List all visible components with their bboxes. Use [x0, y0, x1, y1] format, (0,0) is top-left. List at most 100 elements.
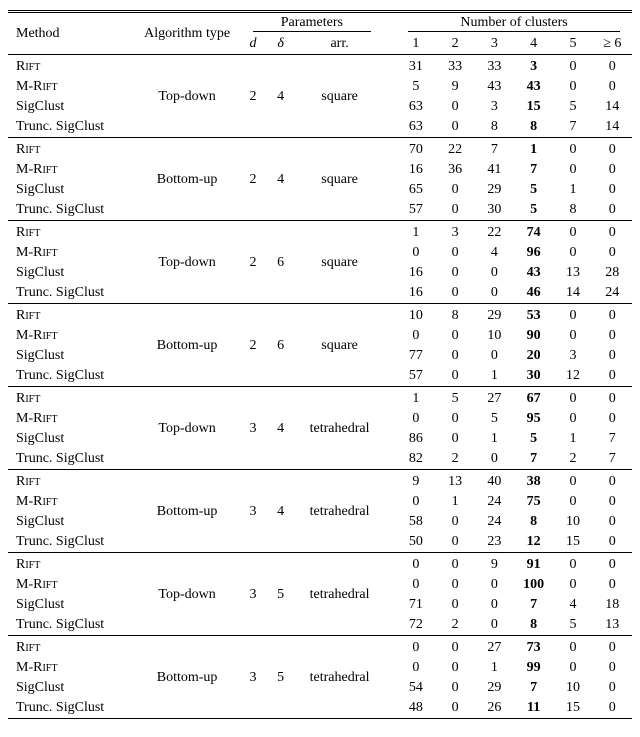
- cell-count: 0: [553, 492, 592, 512]
- table-row: M-RiftBottom-up34tetrahedral01247500: [8, 492, 632, 512]
- cell-count: 53: [514, 306, 553, 326]
- cell-count: 0: [593, 366, 632, 387]
- cell-count: 1: [475, 429, 514, 449]
- cell-count: 20: [514, 346, 553, 366]
- col-c1: 1: [396, 34, 435, 55]
- cell-count: 0: [593, 409, 632, 429]
- cell-count: 7: [593, 449, 632, 470]
- table-row: Trunc. SigClust4802611150: [8, 698, 632, 719]
- col-c4: 4: [514, 34, 553, 55]
- cell-count: 0: [396, 326, 435, 346]
- cell-count: 10: [396, 306, 435, 326]
- cell-count: 8: [514, 615, 553, 636]
- cell-count: 0: [553, 472, 592, 492]
- cell-method: SigClust: [8, 429, 135, 449]
- cell-count: 0: [475, 283, 514, 304]
- cell-delta: 4: [267, 160, 295, 200]
- cell-arr: square: [295, 243, 385, 283]
- cell-d: 2: [239, 160, 267, 200]
- cell-count: 10: [553, 512, 592, 532]
- cell-count: 0: [593, 492, 632, 512]
- cell-count: 15: [514, 97, 553, 117]
- table-row: Trunc. SigClust57030580: [8, 200, 632, 221]
- cell-alg: Bottom-up: [135, 326, 239, 366]
- cell-count: 0: [435, 283, 474, 304]
- cell-count: 24: [475, 512, 514, 532]
- col-delta: δ: [267, 34, 295, 55]
- cell-count: 72: [396, 615, 435, 636]
- cell-count: 0: [593, 532, 632, 553]
- cell-method: M-Rift: [8, 409, 135, 429]
- cell-count: 16: [396, 263, 435, 283]
- cell-count: 0: [435, 200, 474, 221]
- cell-count: 65: [396, 180, 435, 200]
- cell-count: 5: [514, 429, 553, 449]
- cell-alg: Bottom-up: [135, 160, 239, 200]
- cell-count: 24: [593, 283, 632, 304]
- cell-count: 9: [475, 555, 514, 575]
- table-row: M-RiftTop-down26square0049600: [8, 243, 632, 263]
- cell-count: 0: [553, 57, 592, 77]
- table-row: M-RiftTop-down35tetrahedral00010000: [8, 575, 632, 595]
- cell-method: SigClust: [8, 678, 135, 698]
- cell-arr: tetrahedral: [295, 492, 385, 532]
- cell-count: 1: [553, 429, 592, 449]
- cell-count: 48: [396, 698, 435, 719]
- cell-count: 13: [553, 263, 592, 283]
- cell-method: M-Rift: [8, 160, 135, 180]
- table-row: Rift00277300: [8, 638, 632, 658]
- cell-count: 0: [593, 306, 632, 326]
- cell-d: 3: [239, 575, 267, 615]
- cell-method: SigClust: [8, 512, 135, 532]
- cell-count: 0: [396, 243, 435, 263]
- cell-delta: 4: [267, 492, 295, 532]
- cell-count: 43: [475, 77, 514, 97]
- cell-count: 9: [396, 472, 435, 492]
- cell-alg: Top-down: [135, 575, 239, 615]
- table-row: Rift15276700: [8, 389, 632, 409]
- cell-count: 0: [553, 409, 592, 429]
- col-alg: Algorithm type: [135, 12, 239, 55]
- cell-count: 0: [593, 326, 632, 346]
- table-row: Rift0099100: [8, 555, 632, 575]
- cell-count: 0: [593, 389, 632, 409]
- cell-count: 0: [396, 492, 435, 512]
- cell-method: M-Rift: [8, 658, 135, 678]
- cell-delta: 5: [267, 658, 295, 698]
- cell-count: 0: [435, 698, 474, 719]
- cell-count: 8: [514, 117, 553, 138]
- cell-count: 0: [435, 97, 474, 117]
- cell-count: 5: [514, 180, 553, 200]
- cell-count: 10: [553, 678, 592, 698]
- cell-method: SigClust: [8, 97, 135, 117]
- cell-count: 7: [514, 160, 553, 180]
- cell-count: 0: [396, 658, 435, 678]
- cell-count: 0: [435, 658, 474, 678]
- cell-count: 0: [593, 180, 632, 200]
- cell-count: 0: [553, 638, 592, 658]
- cell-count: 18: [593, 595, 632, 615]
- cell-count: 2: [435, 615, 474, 636]
- cell-count: 11: [514, 698, 553, 719]
- cell-count: 0: [553, 223, 592, 243]
- cell-count: 24: [475, 492, 514, 512]
- cell-count: 0: [593, 200, 632, 221]
- cell-count: 0: [435, 180, 474, 200]
- cell-count: 15: [553, 532, 592, 553]
- cell-count: 12: [553, 366, 592, 387]
- cell-count: 0: [553, 555, 592, 575]
- cell-count: 7: [514, 449, 553, 470]
- cell-alg: Top-down: [135, 243, 239, 283]
- cell-count: 0: [553, 389, 592, 409]
- cell-count: 7: [514, 595, 553, 615]
- cell-count: 27: [475, 638, 514, 658]
- table-row: M-RiftTop-down34tetrahedral0059500: [8, 409, 632, 429]
- cell-count: 23: [475, 532, 514, 553]
- cell-arr: tetrahedral: [295, 575, 385, 615]
- cell-count: 0: [553, 160, 592, 180]
- cell-count: 86: [396, 429, 435, 449]
- cell-alg: Bottom-up: [135, 658, 239, 698]
- cell-count: 28: [593, 263, 632, 283]
- cell-count: 2: [553, 449, 592, 470]
- cell-count: 13: [593, 615, 632, 636]
